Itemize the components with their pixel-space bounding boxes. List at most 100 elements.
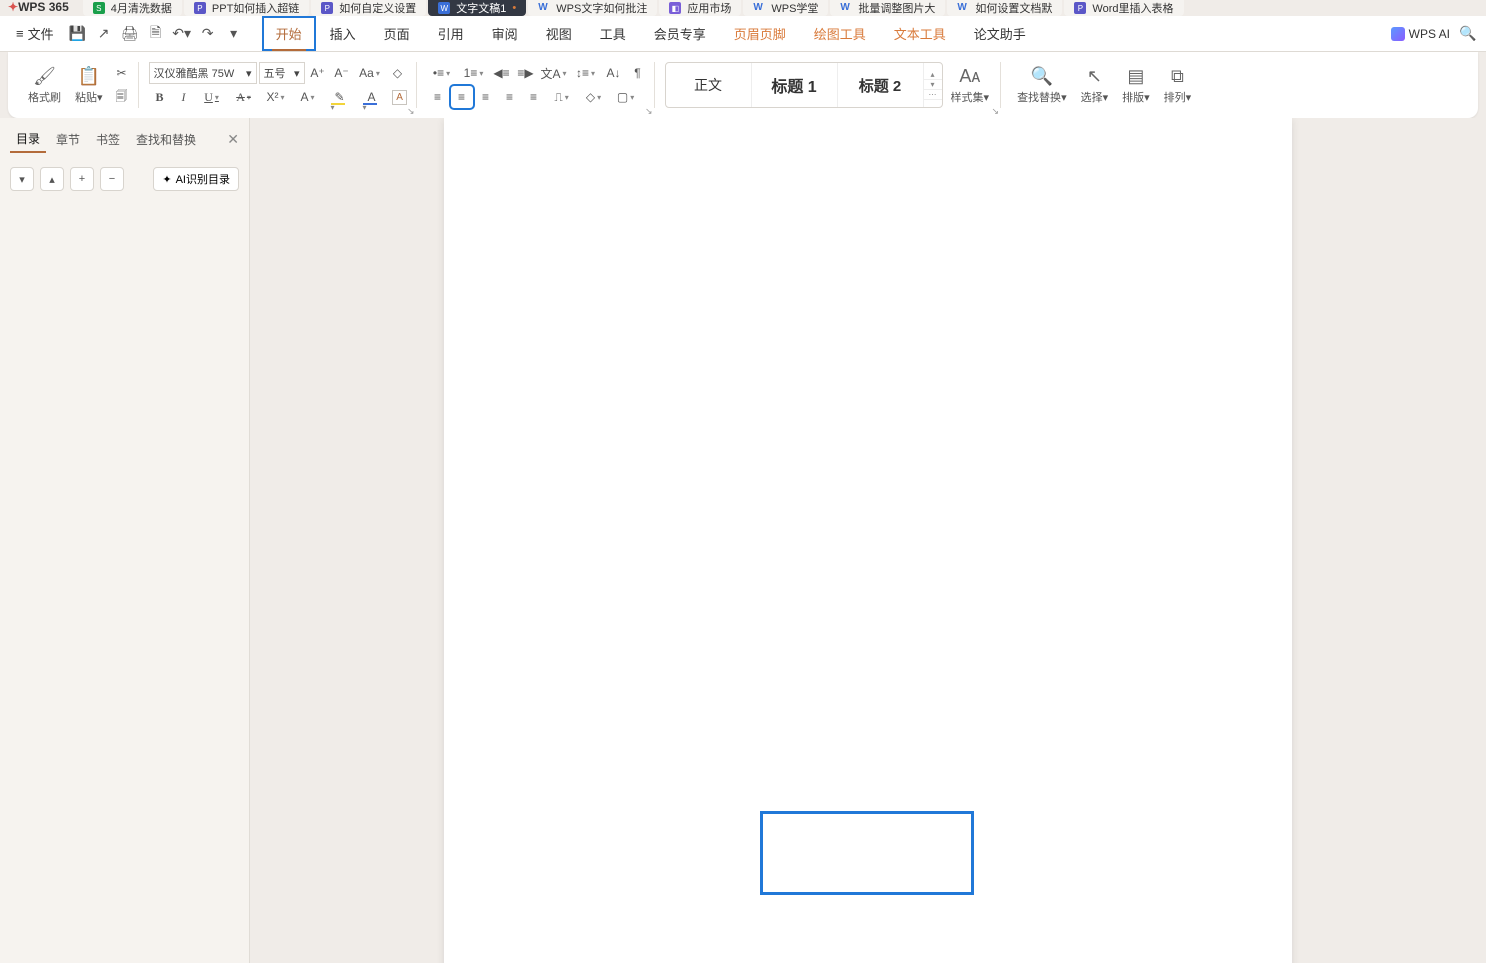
export-icon[interactable]: ↗	[96, 26, 112, 42]
font-family-combo[interactable]: 汉仪雅酷黑 75W▾	[149, 62, 257, 84]
cut-icon[interactable]: ✂	[111, 62, 133, 84]
style-set-button[interactable]: Aᴀ样式集▾	[945, 62, 996, 109]
remove-heading-icon[interactable]: −	[100, 167, 124, 191]
document-tab[interactable]: P如何自定义设置	[311, 0, 426, 16]
redo-icon[interactable]: ↷	[200, 26, 216, 42]
style-gallery[interactable]: 正文 标题 1 标题 2 ▴▾⋯	[665, 62, 943, 108]
print-preview-icon[interactable]: 🗎	[148, 26, 164, 42]
font-size-combo[interactable]: 五号▾	[259, 62, 305, 84]
menu-tab-引用[interactable]: 引用	[424, 16, 478, 51]
doc-type-icon: W	[538, 2, 550, 14]
document-tab[interactable]: PWord里插入表格	[1064, 0, 1183, 16]
bold-button[interactable]: B	[149, 86, 171, 108]
strikethrough-button[interactable]: A	[229, 86, 259, 108]
line-spacing-button[interactable]: ↕≡	[571, 62, 601, 84]
layout-button[interactable]: ▤排版▾	[1116, 62, 1156, 109]
menu-tab-文本工具[interactable]: 文本工具	[880, 16, 960, 51]
document-canvas[interactable]: 页脚 # 插入页码▾ ▦ ▾ ↵	[250, 118, 1486, 963]
borders-button[interactable]: ▢	[611, 86, 641, 108]
format-painter-button[interactable]: 🖌格式刷	[22, 62, 67, 109]
menu-tab-插入[interactable]: 插入	[316, 16, 370, 51]
align-center-icon[interactable]: ≡	[451, 86, 473, 108]
style-heading1[interactable]: 标题 1	[752, 63, 838, 107]
doc-type-icon: P	[194, 2, 206, 14]
wps-ai-button[interactable]: WPS AI	[1391, 27, 1450, 41]
tab-label: PPT如何插入超链	[212, 0, 299, 16]
copy-icon[interactable]: 🗐	[111, 86, 133, 108]
menu-tab-绘图工具[interactable]: 绘图工具	[800, 16, 880, 51]
paragraph-spacing-button[interactable]: ⎍	[547, 86, 577, 108]
find-replace-button[interactable]: 🔍查找替换▾	[1011, 62, 1073, 109]
font-color-button[interactable]: A	[357, 86, 387, 108]
text-direction-button[interactable]: 文A	[539, 62, 569, 84]
nav-tab-chapter[interactable]: 章节	[50, 127, 86, 152]
align-justify-icon[interactable]: ≡	[499, 86, 521, 108]
menu-tab-开始[interactable]: 开始	[262, 16, 316, 51]
app-brand: ✦WPS 365	[8, 0, 69, 14]
underline-button[interactable]: U	[197, 86, 227, 108]
char-shading-button[interactable]: A	[389, 86, 411, 108]
collapse-icon[interactable]: ▴	[40, 167, 64, 191]
ai-recognize-toc-button[interactable]: ✦AI识别目录	[153, 167, 239, 191]
bullets-button[interactable]: •≡	[427, 62, 457, 84]
nav-tab-bookmark[interactable]: 书签	[90, 127, 126, 152]
styles-dialog-launcher-icon[interactable]: ↘	[992, 106, 1000, 117]
align-distribute-icon[interactable]: ≡	[523, 86, 545, 108]
style-heading2[interactable]: 标题 2	[838, 63, 924, 107]
change-case-icon[interactable]: Aa	[355, 62, 385, 84]
font-dialog-launcher-icon[interactable]: ↘	[407, 106, 415, 117]
document-tab[interactable]: ◧应用市场	[659, 0, 741, 16]
increase-font-icon[interactable]: A⁺	[307, 62, 329, 84]
style-gallery-scroll[interactable]: ▴▾⋯	[924, 70, 942, 100]
align-right-icon[interactable]: ≡	[475, 86, 497, 108]
italic-button[interactable]: I	[173, 86, 195, 108]
document-tab[interactable]: W文字文稿1•	[428, 0, 526, 16]
nav-tab-toc[interactable]: 目录	[10, 126, 46, 153]
expand-icon[interactable]: ▾	[10, 167, 34, 191]
document-tab[interactable]: W批量调整图片大	[830, 0, 945, 16]
close-icon[interactable]: ✕	[227, 131, 239, 148]
document-tab[interactable]: S4月清洗数据	[83, 0, 182, 16]
undo-icon[interactable]: ↶▾	[174, 26, 190, 42]
tab-label: 文字文稿1	[456, 0, 506, 16]
menu-tab-审阅[interactable]: 审阅	[478, 16, 532, 51]
clear-format-icon[interactable]: ◇	[387, 62, 409, 84]
menu-tab-视图[interactable]: 视图	[532, 16, 586, 51]
document-tab[interactable]: W如何设置文档默	[947, 0, 1062, 16]
nav-tab-find[interactable]: 查找和替换	[130, 127, 202, 152]
align-left-icon[interactable]: ≡	[427, 86, 449, 108]
main-area: 目录 章节 书签 查找和替换 ✕ ▾ ▴ + − ✦AI识别目录 页脚 # 插入…	[0, 118, 1486, 963]
menu-tab-会员专享[interactable]: 会员专享	[640, 16, 720, 51]
tab-label: 批量调整图片大	[858, 0, 935, 16]
shading-button[interactable]: ◇	[579, 86, 609, 108]
quick-access: ≡文件 💾 ↗ 🖨 🗎 ↶▾ ↷ ▾	[10, 20, 242, 47]
arrange-button[interactable]: ⧉排列▾	[1158, 62, 1198, 109]
search-icon[interactable]: 🔍	[1460, 26, 1476, 42]
quick-access-more-icon[interactable]: ▾	[226, 26, 242, 42]
doc-type-icon: W	[957, 2, 969, 14]
paragraph-dialog-launcher-icon[interactable]: ↘	[645, 106, 653, 117]
superscript-button[interactable]: X²	[261, 86, 291, 108]
decrease-indent-icon[interactable]: ◀≡	[491, 62, 513, 84]
decrease-font-icon[interactable]: A⁻	[331, 62, 353, 84]
file-menu[interactable]: ≡文件	[10, 20, 60, 47]
menu-tab-论文助手[interactable]: 论文助手	[960, 16, 1040, 51]
menu-tab-工具[interactable]: 工具	[586, 16, 640, 51]
select-button[interactable]: ↖选择▾	[1075, 62, 1115, 109]
document-tab[interactable]: WWPS文字如何批注	[528, 0, 657, 16]
menu-tab-页面[interactable]: 页面	[370, 16, 424, 51]
document-tab[interactable]: WWPS学堂	[743, 0, 828, 16]
text-effects-button[interactable]: A	[293, 86, 323, 108]
document-tab[interactable]: P PPT如何插入超链	[184, 0, 309, 16]
add-heading-icon[interactable]: +	[70, 167, 94, 191]
show-marks-icon[interactable]: ¶	[627, 62, 649, 84]
style-normal[interactable]: 正文	[666, 63, 752, 107]
sort-icon[interactable]: A↓	[603, 62, 625, 84]
highlight-color-button[interactable]: ✎	[325, 86, 355, 108]
print-icon[interactable]: 🖨	[122, 26, 138, 42]
paste-button[interactable]: 📋粘贴▾	[69, 62, 109, 109]
menu-tab-页眉页脚[interactable]: 页眉页脚	[720, 16, 800, 51]
save-icon[interactable]: 💾	[70, 26, 86, 42]
numbering-button[interactable]: 1≡	[459, 62, 489, 84]
increase-indent-icon[interactable]: ≡▶	[515, 62, 537, 84]
